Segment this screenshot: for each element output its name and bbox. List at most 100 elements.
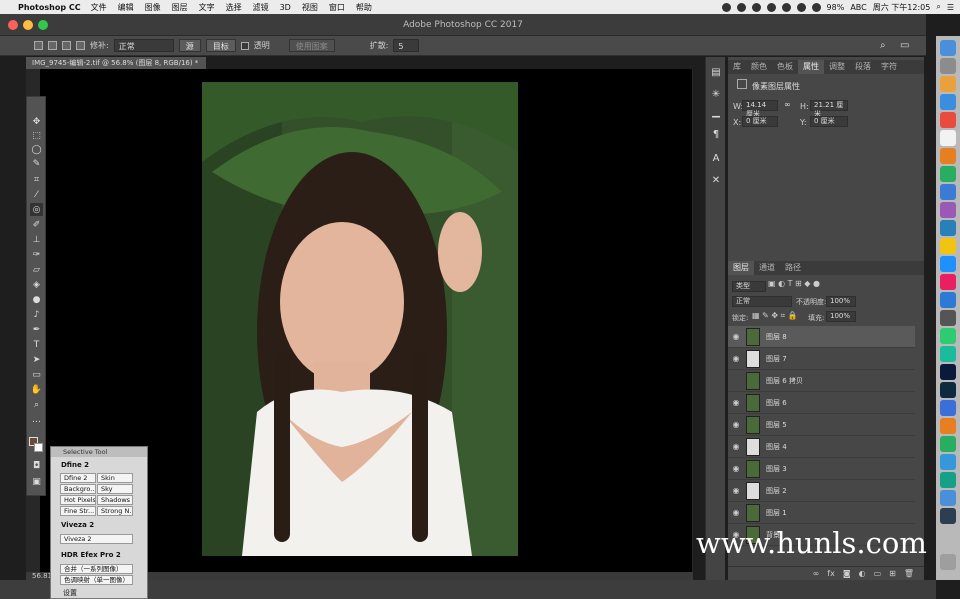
height-field[interactable]: 21.21 厘米 bbox=[810, 100, 848, 118]
clock[interactable]: 周六 下午12:05 bbox=[873, 2, 931, 13]
subtract-selection-icon[interactable] bbox=[62, 41, 71, 50]
app-menu[interactable]: Photoshop CC bbox=[18, 3, 81, 12]
width-field[interactable]: 14.14 厘米 bbox=[742, 100, 778, 118]
section-hdr-efex[interactable]: HDR Efex Pro 2 bbox=[51, 549, 121, 561]
document-tab[interactable]: IMG_9745-编辑-2.tif @ 56.8% (图层 8, RGB/16)… bbox=[26, 57, 206, 69]
layer-row[interactable]: ◉ 图层 7 bbox=[728, 348, 915, 370]
transparent-checkbox[interactable] bbox=[240, 41, 249, 50]
launchpad-icon[interactable] bbox=[940, 58, 956, 74]
tab-layers[interactable]: 图层 bbox=[728, 261, 754, 275]
layer-row[interactable]: ◉ 图层 5 bbox=[728, 414, 915, 436]
layer-row[interactable]: ◉ 图层 1 bbox=[728, 502, 915, 524]
photos-icon[interactable] bbox=[940, 148, 956, 164]
input-method[interactable]: ABC bbox=[850, 3, 866, 12]
hand-tool-icon[interactable]: ✋ bbox=[30, 383, 43, 396]
skin-button[interactable]: Skin bbox=[97, 473, 133, 483]
finder-icon[interactable] bbox=[940, 40, 956, 56]
app-store-icon[interactable] bbox=[940, 292, 956, 308]
layer-row[interactable]: ◉ 图层 4 bbox=[728, 436, 915, 458]
chrome-icon[interactable] bbox=[940, 76, 956, 92]
zoom-window-button[interactable] bbox=[38, 20, 48, 30]
layer-row[interactable]: ◉ 图层 2 bbox=[728, 480, 915, 502]
screen-mode-icon[interactable]: ▣ bbox=[30, 475, 43, 488]
layer-filter-select[interactable]: 类型 bbox=[732, 281, 766, 292]
safari-icon[interactable] bbox=[940, 94, 956, 110]
layer-row[interactable]: 图层 6 拷贝 bbox=[728, 370, 915, 392]
app-icon[interactable] bbox=[940, 508, 956, 524]
shadows-button[interactable]: Shadows bbox=[97, 495, 133, 505]
menu-file[interactable]: 文件 bbox=[91, 2, 107, 13]
mask-icon[interactable]: ◙ bbox=[843, 569, 851, 578]
selective-tool-title[interactable]: Selective Tool bbox=[51, 447, 147, 457]
adjustment-layer-icon[interactable]: ◐ bbox=[859, 569, 866, 578]
lock-icons[interactable]: ▦ ✎ ✥ ⌗ 🔒 bbox=[752, 311, 798, 321]
menu-filter[interactable]: 滤镜 bbox=[253, 2, 269, 13]
marquee-tool-icon[interactable]: ⬚ bbox=[30, 129, 43, 142]
link-icon[interactable]: ∞ bbox=[784, 100, 791, 109]
dfine-button[interactable]: Dfine 2 bbox=[60, 473, 96, 483]
calendar-icon[interactable] bbox=[940, 112, 956, 128]
tab-character[interactable]: 字符 bbox=[876, 60, 902, 74]
app-icon[interactable] bbox=[940, 454, 956, 470]
search-icon[interactable]: ⌕ bbox=[880, 40, 886, 51]
section-viveza[interactable]: Viveza 2 bbox=[51, 519, 94, 531]
app-icon[interactable] bbox=[940, 184, 956, 200]
menu-image[interactable]: 图像 bbox=[145, 2, 161, 13]
opacity-field[interactable]: 100% bbox=[826, 296, 856, 307]
tab-paragraph[interactable]: 段落 bbox=[850, 60, 876, 74]
status-icon[interactable] bbox=[766, 2, 776, 12]
trash-icon[interactable]: 🗑 bbox=[904, 569, 914, 578]
eye-icon[interactable]: ◉ bbox=[728, 332, 744, 341]
settings-link[interactable]: 设置 bbox=[63, 588, 77, 598]
tab-libraries[interactable]: 库 bbox=[728, 60, 746, 74]
wechat-icon[interactable] bbox=[940, 328, 956, 344]
x-field[interactable]: 0 厘米 bbox=[742, 116, 778, 127]
trash-icon[interactable] bbox=[940, 554, 956, 570]
add-selection-icon[interactable] bbox=[48, 41, 57, 50]
link-layers-icon[interactable]: ∞ bbox=[813, 569, 820, 578]
pen-tool-icon[interactable]: ✒ bbox=[30, 323, 43, 336]
filter-icons[interactable]: ▣ ◐ T ⊞ ◆ ● bbox=[768, 279, 820, 288]
lasso-tool-icon[interactable]: ◯ bbox=[30, 143, 43, 156]
menu-view[interactable]: 视图 bbox=[302, 2, 318, 13]
photoshop-icon[interactable] bbox=[940, 364, 956, 380]
more-tools-icon[interactable]: … bbox=[30, 413, 43, 426]
menu-edit[interactable]: 编辑 bbox=[118, 2, 134, 13]
app-icon[interactable] bbox=[940, 418, 956, 434]
app-icon[interactable] bbox=[940, 220, 956, 236]
eye-icon[interactable]: ◉ bbox=[728, 398, 744, 407]
quick-select-tool-icon[interactable]: ✎ bbox=[30, 157, 43, 170]
layer-row[interactable]: ◉ 图层 3 bbox=[728, 458, 915, 480]
repair-mode-select[interactable]: 正常 bbox=[113, 39, 174, 52]
y-field[interactable]: 0 厘米 bbox=[810, 116, 848, 127]
battery-percent[interactable]: 98% bbox=[827, 3, 845, 12]
messages-icon[interactable] bbox=[940, 166, 956, 182]
source-button[interactable]: 源 bbox=[178, 39, 201, 52]
target-button[interactable]: 目标 bbox=[205, 39, 236, 52]
tab-swatches[interactable]: 色板 bbox=[772, 60, 798, 74]
tab-color[interactable]: 颜色 bbox=[746, 60, 772, 74]
histogram-icon[interactable]: ▁ bbox=[710, 107, 722, 119]
close-window-button[interactable] bbox=[8, 20, 18, 30]
background-button[interactable]: Backgro... bbox=[60, 484, 96, 494]
zoom-tool-icon[interactable]: ⌕ bbox=[30, 398, 43, 411]
tone-mapping-button[interactable]: 色调映射（单一图像） bbox=[60, 575, 133, 585]
fx-icon[interactable]: fx bbox=[827, 569, 835, 578]
status-icon[interactable] bbox=[781, 2, 791, 12]
tab-adjustments[interactable]: 调整 bbox=[824, 60, 850, 74]
menu-type[interactable]: 文字 bbox=[199, 2, 215, 13]
history-brush-icon[interactable]: ✑ bbox=[30, 248, 43, 261]
crop-tool-icon[interactable]: ⌗ bbox=[30, 173, 43, 186]
fine-structures-button[interactable]: Fine Str... bbox=[60, 506, 96, 516]
menu-help[interactable]: 帮助 bbox=[356, 2, 372, 13]
menu-select[interactable]: 选择 bbox=[226, 2, 242, 13]
eraser-tool-icon[interactable]: ▱ bbox=[30, 263, 43, 276]
quick-mask-icon[interactable]: ◘ bbox=[30, 459, 43, 472]
menu-layer[interactable]: 图层 bbox=[172, 2, 188, 13]
blend-mode-select[interactable]: 正常 bbox=[732, 296, 792, 307]
merge-series-button[interactable]: 合并（一系列图像） bbox=[60, 564, 133, 574]
status-icon[interactable] bbox=[751, 2, 761, 12]
app-icon[interactable] bbox=[940, 256, 956, 272]
new-selection-icon[interactable] bbox=[34, 41, 43, 50]
brush-tool-icon[interactable]: ✐ bbox=[30, 218, 43, 231]
